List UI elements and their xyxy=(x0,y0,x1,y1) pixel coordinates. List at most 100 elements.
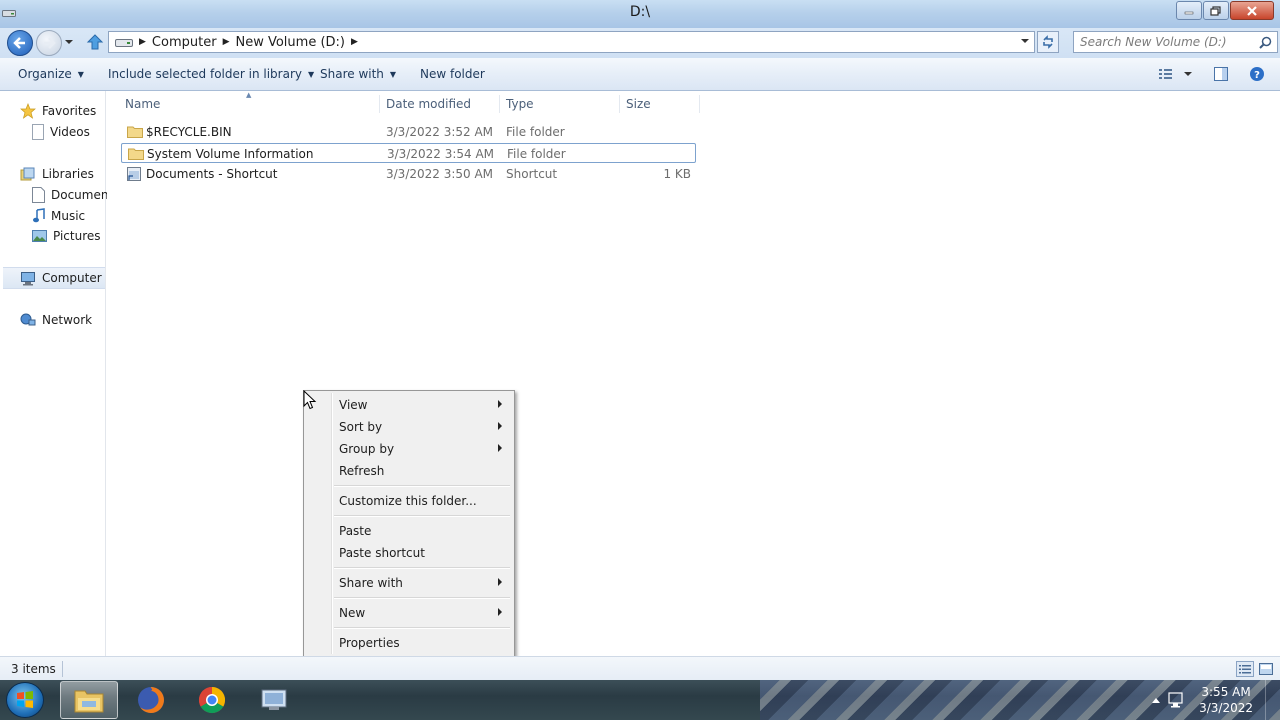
search-icon[interactable] xyxy=(1259,36,1272,49)
address-bar[interactable]: ▶ Computer ▶ New Volume (D:) ▶ xyxy=(108,31,1035,53)
menu-item-label: Customize this folder... xyxy=(339,494,477,508)
menu-item-label: Refresh xyxy=(339,464,385,478)
file-date: 3/3/2022 3:52 AM xyxy=(386,125,494,139)
nav-libraries-label: Libraries xyxy=(42,167,94,181)
search-input[interactable] xyxy=(1080,32,1255,52)
taskbar-app-button[interactable] xyxy=(245,681,303,719)
nav-network[interactable]: Network xyxy=(20,312,92,328)
change-view-button[interactable] xyxy=(1158,66,1194,85)
item-count: 3 items xyxy=(11,662,56,676)
taskbar-explorer-button[interactable] xyxy=(60,681,118,719)
nav-music[interactable]: Music xyxy=(32,208,85,224)
minimize-icon xyxy=(1184,11,1194,14)
file-list[interactable]: ▲ Name Date modified Type Size $RECYCLE.… xyxy=(107,91,1280,656)
menu-item-share-with[interactable]: Share with xyxy=(306,571,512,593)
menu-item-new[interactable]: New xyxy=(306,601,512,623)
back-button[interactable] xyxy=(7,30,33,56)
taskbar-chrome-button[interactable] xyxy=(183,681,241,719)
nav-documents[interactable]: Document xyxy=(32,187,113,203)
nav-videos[interactable]: Videos xyxy=(32,124,90,140)
nav-favorites[interactable]: Favorites xyxy=(20,103,96,119)
new-folder-button[interactable]: New folder xyxy=(420,67,485,81)
column-divider[interactable] xyxy=(619,95,620,113)
include-in-library-label: Include selected folder in library xyxy=(108,67,302,81)
nav-pictures[interactable]: Pictures xyxy=(32,229,101,243)
folder-icon xyxy=(128,148,144,160)
refresh-button[interactable] xyxy=(1037,31,1059,53)
nav-videos-label: Videos xyxy=(50,125,90,139)
column-type[interactable]: Type xyxy=(506,97,534,111)
include-in-library-button[interactable]: Include selected folder in library ▼ xyxy=(108,67,314,81)
column-divider[interactable] xyxy=(699,95,700,113)
close-button[interactable] xyxy=(1230,1,1274,20)
column-divider[interactable] xyxy=(379,95,380,113)
menu-item-refresh[interactable]: Refresh xyxy=(306,459,512,481)
taskbar: 3:55 AM 3/3/2022 xyxy=(0,680,1280,720)
column-date-modified[interactable]: Date modified xyxy=(386,97,471,111)
preview-pane-icon xyxy=(1214,67,1228,81)
column-name[interactable]: Name xyxy=(125,97,160,111)
breadcrumb-computer[interactable]: Computer xyxy=(152,35,217,50)
menu-separator xyxy=(334,485,510,486)
column-divider[interactable] xyxy=(499,95,500,113)
menu-item-view[interactable]: View xyxy=(306,393,512,415)
forward-button[interactable] xyxy=(36,30,62,56)
breadcrumb-separator-icon[interactable]: ▶ xyxy=(351,37,358,47)
recent-pages-chevron-icon[interactable] xyxy=(64,38,74,46)
music-note-icon xyxy=(33,208,45,223)
nav-documents-label: Document xyxy=(51,188,114,202)
maximize-button[interactable] xyxy=(1203,1,1229,20)
firefox-icon xyxy=(138,687,164,713)
file-size: 1 KB xyxy=(663,167,691,181)
chevron-down-icon: ▼ xyxy=(77,70,84,79)
file-row-documents-shortcut[interactable]: Documents - Shortcut 3/3/2022 3:50 AM Sh… xyxy=(121,164,696,184)
chevron-down-icon: ▼ xyxy=(307,70,315,79)
organize-button[interactable]: Organize ▼ xyxy=(18,67,84,81)
menu-item-label: Paste xyxy=(339,524,372,538)
submenu-arrow-icon xyxy=(498,608,502,616)
drive-icon xyxy=(115,39,133,47)
show-desktop-button[interactable] xyxy=(1265,680,1280,720)
document-icon xyxy=(32,187,45,203)
file-row-system-volume-information[interactable]: System Volume Information 3/3/2022 3:54 … xyxy=(121,143,696,163)
search-box[interactable] xyxy=(1073,31,1278,53)
address-dropdown-icon[interactable] xyxy=(1020,37,1030,45)
pictures-icon xyxy=(32,230,47,242)
file-explorer-icon xyxy=(74,690,104,713)
start-button[interactable] xyxy=(6,682,44,718)
file-name: System Volume Information xyxy=(147,147,314,161)
mouse-cursor-icon xyxy=(303,390,317,410)
column-size[interactable]: Size xyxy=(626,97,651,111)
breadcrumb-new-volume[interactable]: New Volume (D:) xyxy=(235,35,345,50)
menu-item-properties[interactable]: Properties xyxy=(306,631,512,653)
submenu-arrow-icon xyxy=(498,578,502,586)
menu-item-paste-shortcut[interactable]: Paste shortcut xyxy=(306,541,512,563)
help-button[interactable]: ? xyxy=(1249,66,1265,85)
menu-item-group-by[interactable]: Group by xyxy=(306,437,512,459)
menu-separator xyxy=(334,627,510,628)
taskbar-firefox-button[interactable] xyxy=(122,681,180,719)
share-with-button[interactable]: Share with ▼ xyxy=(320,67,396,81)
up-arrow-icon[interactable] xyxy=(86,33,104,51)
preview-pane-button[interactable] xyxy=(1213,66,1229,85)
large-icons-view-icon[interactable] xyxy=(1258,661,1274,677)
menu-item-paste[interactable]: Paste xyxy=(306,519,512,541)
file-row-recycle-bin[interactable]: $RECYCLE.BIN 3/3/2022 3:52 AM File folde… xyxy=(121,122,696,142)
close-icon xyxy=(1247,5,1257,16)
clock[interactable]: 3:55 AM 3/3/2022 xyxy=(1199,684,1253,716)
file-name: Documents - Shortcut xyxy=(146,167,278,181)
minimize-button[interactable] xyxy=(1176,1,1202,20)
breadcrumb-separator-icon[interactable]: ▶ xyxy=(223,37,230,47)
menu-item-label: View xyxy=(339,398,368,412)
menu-item-sort-by[interactable]: Sort by xyxy=(306,415,512,437)
nav-libraries[interactable]: Libraries xyxy=(20,166,94,182)
network-status-icon[interactable] xyxy=(1167,690,1185,710)
details-view-icon[interactable] xyxy=(1236,661,1254,677)
shortcut-icon xyxy=(127,167,141,181)
title-bar[interactable]: D:\ xyxy=(0,0,1280,28)
control-panel-icon xyxy=(261,689,287,710)
breadcrumb-separator-icon[interactable]: ▶ xyxy=(139,37,146,47)
menu-item-customize-folder[interactable]: Customize this folder... xyxy=(306,489,512,511)
nav-computer[interactable]: Computer xyxy=(3,267,105,289)
show-hidden-icons-icon[interactable] xyxy=(1151,696,1161,704)
